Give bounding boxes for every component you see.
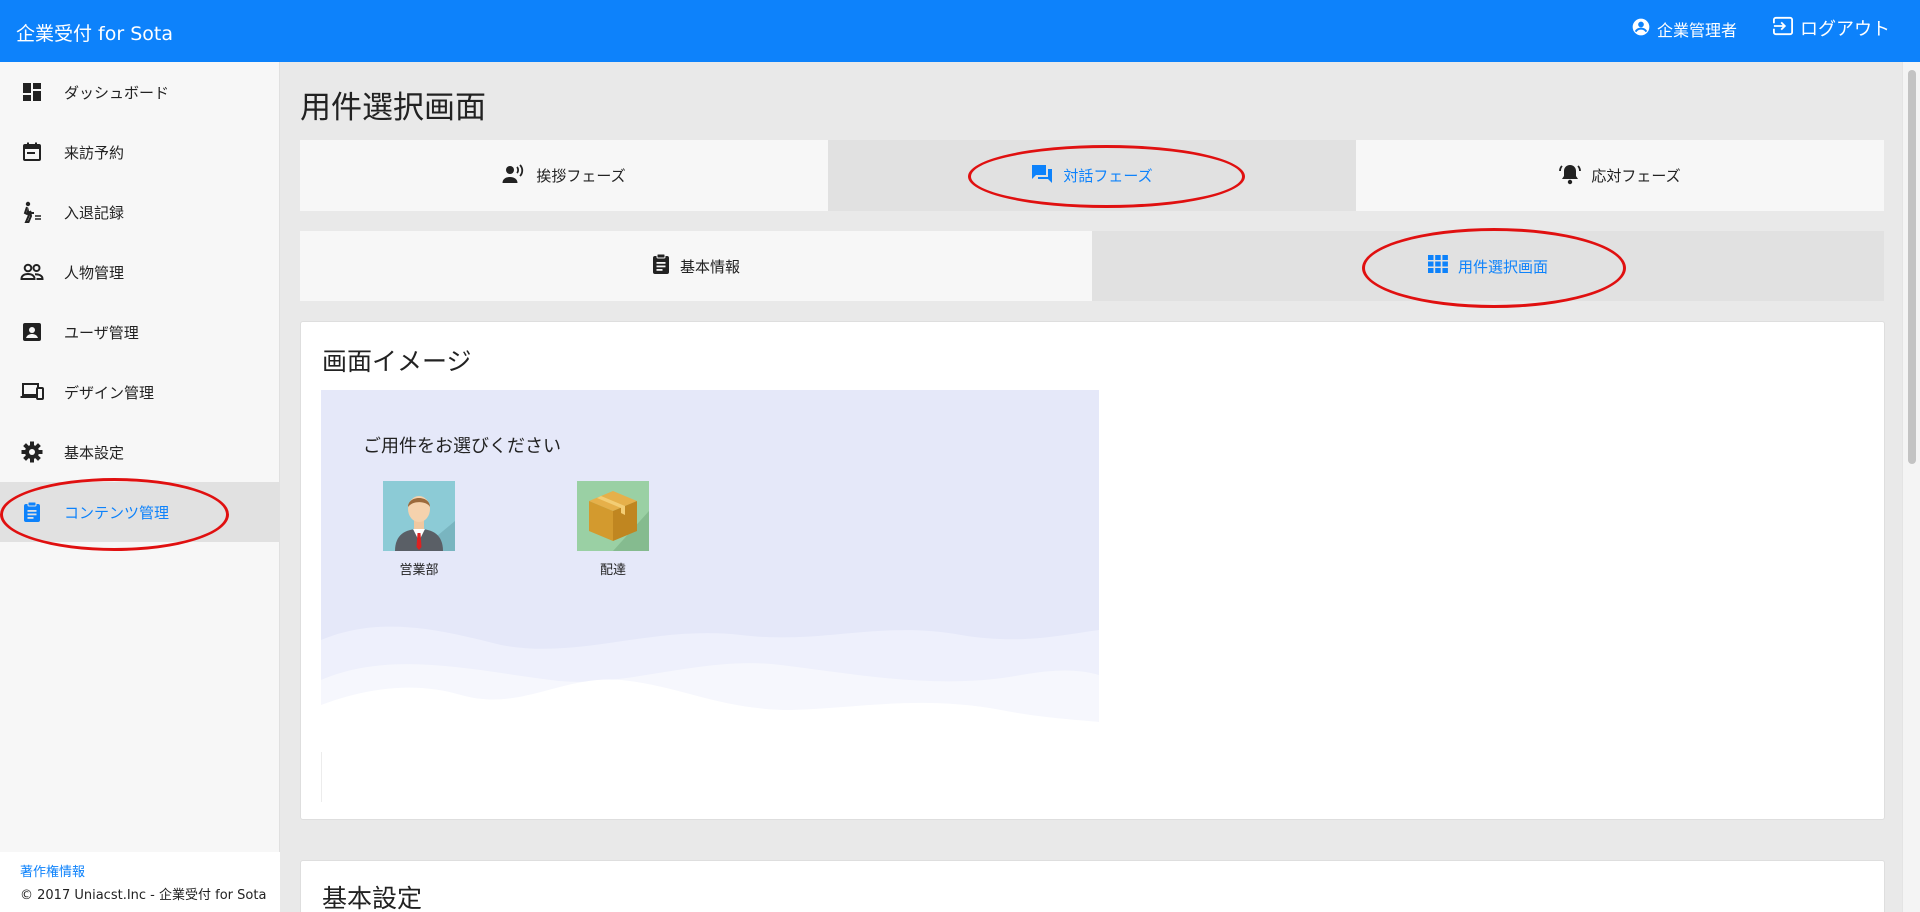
speaking-person-icon (502, 163, 526, 188)
walking-person-icon (20, 200, 44, 224)
tab-response-phase[interactable]: 応対フェーズ (1356, 140, 1884, 211)
sidebar-item-person-management[interactable]: 人物管理 (0, 242, 280, 302)
choice-delivery[interactable]: 配達 (577, 481, 649, 578)
sidebar-item-design-management[interactable]: デザイン管理 (0, 362, 280, 422)
account-box-icon (20, 320, 44, 344)
top-app-bar: 企業受付 for Sota 企業管理者 ログアウト (0, 0, 1920, 62)
tab-dialogue-phase[interactable]: 対話フェーズ (828, 140, 1356, 211)
sidebar-item-basic-settings[interactable]: 基本設定 (0, 422, 280, 482)
logout-icon (1772, 16, 1794, 41)
sidebar-item-visit-reservation[interactable]: 来訪予約 (0, 122, 280, 182)
clipboard-icon (652, 253, 670, 279)
sidebar-item-label: 来訪予約 (64, 143, 125, 162)
sidebar-item-label: 基本設定 (64, 443, 125, 462)
businessman-icon (383, 481, 455, 551)
user-name: 企業管理者 (1657, 21, 1738, 40)
page-scrollbar[interactable] (1902, 62, 1920, 912)
choice-label: 営業部 (399, 563, 439, 578)
tab-selection-screen[interactable]: 用件選択画面 (1092, 231, 1884, 301)
sidebar-item-content-management[interactable]: コンテンツ管理 (0, 482, 280, 542)
choice-sales[interactable]: 営業部 (383, 481, 455, 578)
calendar-icon (20, 140, 44, 164)
bell-icon (1559, 163, 1582, 189)
tab-label: 基本情報 (679, 257, 740, 276)
gear-icon (20, 440, 44, 464)
tab-label: 用件選択画面 (1457, 257, 1548, 276)
tab-label: 応対フェーズ (1591, 167, 1681, 185)
copyright-text: © 2017 Uniacst.Inc - 企業受付 for Sota (20, 888, 267, 903)
card-title: 画面イメージ (322, 347, 472, 376)
tab-label: 対話フェーズ (1063, 167, 1153, 185)
sidebar-item-label: 人物管理 (64, 263, 125, 282)
phase-tabs: 挨拶フェーズ 対話フェーズ 応対フェーズ (300, 140, 1884, 211)
page-title: 用件選択画面 (300, 90, 486, 126)
sidebar-item-label: ダッシュボード (64, 83, 170, 102)
sidebar-footer: 著作権情報 © 2017 Uniacst.Inc - 企業受付 for Sota (0, 852, 280, 912)
basic-settings-card: 基本設定 (300, 860, 1885, 912)
clipboard-icon (20, 500, 44, 524)
tab-greeting-phase[interactable]: 挨拶フェーズ (300, 140, 828, 211)
sidebar-item-label: ユーザ管理 (64, 323, 139, 342)
sidebar: ダッシュボード 来訪予約 入退記録 人物管理 ユーザ管理 デザイン管理 基本設定… (0, 62, 280, 912)
logout-label: ログアウト (1800, 19, 1890, 40)
account-circle-icon (1631, 17, 1651, 41)
scrollbar-thumb[interactable] (1908, 70, 1916, 464)
screen-preview: ご用件をお選びください 営業部 配達 (321, 390, 1099, 752)
grid-icon (1427, 255, 1448, 277)
chat-icon (1031, 164, 1053, 188)
tab-basic-info[interactable]: 基本情報 (300, 231, 1092, 301)
card-title: 基本設定 (322, 884, 423, 912)
people-icon (20, 260, 44, 284)
sidebar-item-dashboard[interactable]: ダッシュボード (0, 62, 280, 122)
user-menu[interactable]: 企業管理者 (1631, 17, 1737, 41)
copyright-link[interactable]: 著作権情報 (20, 861, 280, 880)
preview-footer-strip (321, 752, 1099, 802)
sidebar-item-label: コンテンツ管理 (64, 503, 170, 522)
tab-label: 挨拶フェーズ (536, 167, 626, 185)
sidebar-item-label: 入退記録 (64, 203, 125, 222)
screen-image-card: 画面イメージ ご用件をお選びください 営業部 配達 (300, 321, 1885, 820)
sidebar-item-user-management[interactable]: ユーザ管理 (0, 302, 280, 362)
package-box-icon (577, 481, 649, 551)
preview-prompt: ご用件をお選びください (363, 436, 561, 457)
sidebar-item-label: デザイン管理 (64, 383, 155, 402)
logout-button[interactable]: ログアウト (1772, 15, 1890, 41)
devices-icon (20, 380, 44, 404)
choice-label: 配達 (599, 563, 626, 578)
sub-tabs: 基本情報 用件選択画面 (300, 231, 1884, 301)
dashboard-icon (20, 80, 44, 104)
app-title: 企業受付 for Sota (16, 23, 173, 45)
sidebar-item-entry-log[interactable]: 入退記録 (0, 182, 280, 242)
